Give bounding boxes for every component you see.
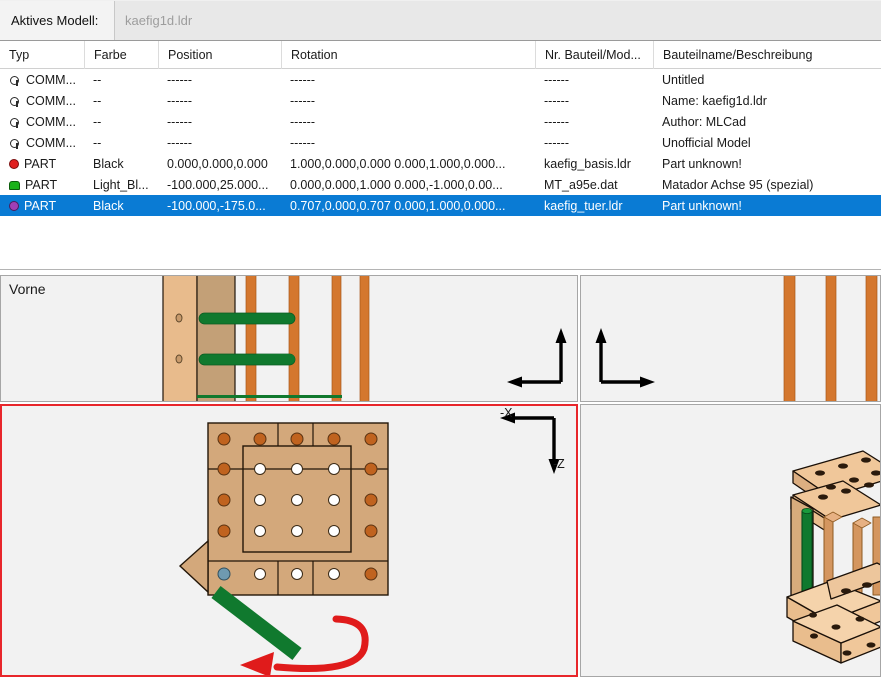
cell-farbe: -- [93,93,102,108]
table-row[interactable]: PART Black 0.000,0.000,0.000 1.000,0.000,0.… [0,153,881,174]
cell-nr: MT_a95e.dat [544,177,618,192]
cell-farbe: -- [93,72,102,87]
cell-nr: ------ [544,114,569,129]
model-tree[interactable]: Typ Farbe Position Rotation Nr. Bauteil/… [0,41,881,270]
cell-rotation: 0.707,0.000,0.707 0.000,1.000,0.000... [290,198,506,213]
cell-name: Name: kaefig1d.ldr [662,93,767,108]
cell-typ: COMM... [0,90,84,111]
table-row[interactable]: PART Light_Bl... -100.000,25.000... 0.000,0… [0,174,881,195]
table-row[interactable]: PART Black -100.000,-175.0... 0.707,0.000,0… [0,195,881,216]
cell-name: Part unknown! [662,156,742,171]
cell-typ: PART [0,195,84,216]
table-row[interactable]: COMM... -- ------ ------ ------ Author: MLCad [0,111,881,132]
cell-typ-label: COMM... [26,72,76,87]
cell-name: Untitled [662,72,705,87]
cell-position: ------ [167,135,192,150]
cell-rotation: ------ [290,135,315,150]
cell-typ: PART [0,153,84,174]
cell-rotation: 0.000,0.000,1.000 0.000,-1.000,0.00... [290,177,503,192]
cell-typ-label: PART [25,177,58,192]
part-green-icon [9,181,20,190]
cell-typ-label: PART [24,156,57,171]
viewport-iso[interactable] [580,404,881,677]
viewport-right[interactable]: -Y -Z [580,275,881,402]
cell-nr: ------ [544,93,569,108]
cell-name: Matador Achse 95 (spezial) [662,177,814,192]
cell-nr: ------ [544,135,569,150]
column-header-farbe[interactable]: Farbe [84,41,158,69]
cell-farbe: -- [93,114,102,129]
table-row[interactable]: COMM... -- ------ ------ ------ Name: kaefig1… [0,90,881,111]
viewport-top-scene [2,406,576,675]
comment-icon [9,95,21,107]
part-purple-icon [9,201,19,211]
axis-label-top-vertical: -Z [553,457,565,471]
mlcad-window: Aktives Modell: kaefig1d.ldr Typ Farbe P… [0,0,881,677]
axis-label-top-horizontal: -X [500,406,513,420]
axis-indicator-front [507,328,567,388]
tree-header-row: Typ Farbe Position Rotation Nr. Bauteil/… [0,41,881,69]
comment-icon [9,74,21,86]
cell-position: ------ [167,93,192,108]
axis-indicator-right [595,328,655,388]
cell-position: ------ [167,114,192,129]
cell-rotation: ------ [290,72,315,87]
viewport-iso-scene [581,405,880,676]
cell-typ-label: COMM... [26,114,76,129]
active-model-label: Aktives Modell: [0,0,115,40]
cell-typ-label: PART [24,198,57,213]
cell-typ: PART [0,174,84,195]
comment-icon [9,137,21,149]
column-header-rotation[interactable]: Rotation [281,41,535,69]
column-header-typ[interactable]: Typ [0,41,84,69]
cell-rotation: 1.000,0.000,0.000 0.000,1.000,0.000... [290,156,506,171]
cell-position: -100.000,25.000... [167,177,269,192]
viewport-front-label: Vorne [9,281,46,297]
cell-farbe: -- [93,135,102,150]
cell-farbe: Black [93,156,124,171]
viewport-front[interactable]: Vorne [0,275,578,402]
cell-nr: ------ [544,72,569,87]
column-header-nr[interactable]: Nr. Bauteil/Mod... [535,41,653,69]
cell-typ: COMM... [0,69,84,90]
active-model-value[interactable]: kaefig1d.ldr [115,0,881,40]
cell-typ-label: COMM... [26,93,76,108]
comment-icon [9,116,21,128]
cell-name: Author: MLCad [662,114,747,129]
active-model-bar: Aktives Modell: kaefig1d.ldr [0,0,881,41]
column-header-position[interactable]: Position [158,41,281,69]
tree-body[interactable]: COMM... -- ------ ------ ------ Untitled COMM.… [0,69,881,216]
cell-name: Unofficial Model [662,135,751,150]
cell-rotation: ------ [290,114,315,129]
column-header-name[interactable]: Bauteilname/Beschreibung [653,41,881,69]
cell-nr: kaefig_tuer.ldr [544,198,623,213]
cell-rotation: ------ [290,93,315,108]
part-red-icon [9,159,19,169]
cell-nr: kaefig_basis.ldr [544,156,631,171]
cell-name: Part unknown! [662,198,742,213]
cell-position: ------ [167,72,192,87]
cell-position: 0.000,0.000,0.000 [167,156,268,171]
cell-typ: COMM... [0,132,84,153]
cell-typ-label: COMM... [26,135,76,150]
cell-farbe: Light_Bl... [93,177,149,192]
table-row[interactable]: COMM... -- ------ ------ ------ Untitled [0,69,881,90]
cell-position: -100.000,-175.0... [167,198,266,213]
cell-farbe: Black [93,198,124,213]
table-row[interactable]: COMM... -- ------ ------ ------ Unofficial Mo… [0,132,881,153]
cell-typ: COMM... [0,111,84,132]
